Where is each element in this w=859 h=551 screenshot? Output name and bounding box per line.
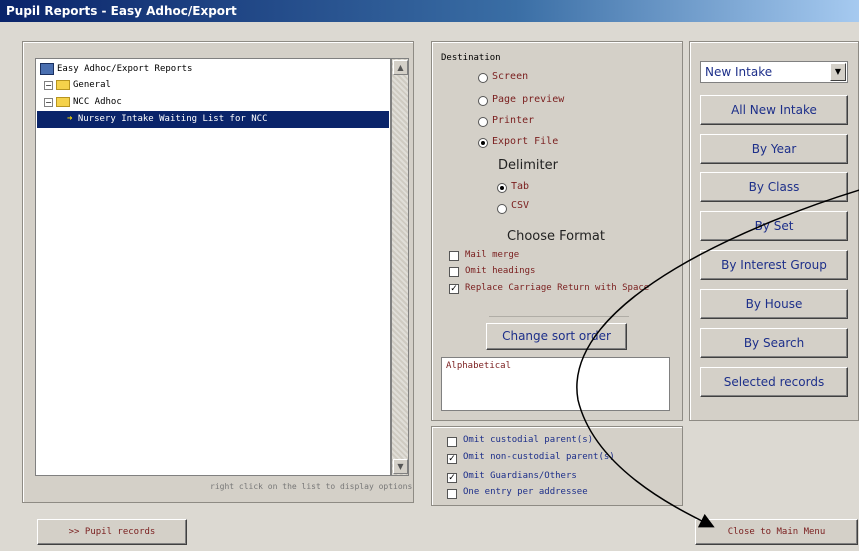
close-to-main-menu-button[interactable]: Close to Main Menu (695, 519, 858, 545)
tree-scrollbar[interactable]: ▲ ▼ (391, 58, 409, 476)
tree-item-general[interactable]: General (56, 77, 111, 94)
radio-screen-label: Screen (492, 71, 529, 82)
tree-hint: right click on the list to display optio… (210, 482, 413, 491)
radio-printer[interactable] (478, 117, 488, 127)
checkbox-mail-merge[interactable] (449, 251, 459, 261)
radio-tab[interactable] (497, 183, 507, 193)
format-label: Choose Format (507, 229, 605, 244)
checkbox-replace-cr[interactable]: ✓ (449, 284, 459, 294)
folder-icon (56, 96, 70, 107)
tree-root[interactable]: Easy Adhoc/Export Reports (40, 61, 192, 78)
pupil-records-button[interactable]: >> Pupil records (37, 519, 187, 545)
by-search-button[interactable]: By Search (700, 328, 848, 358)
by-set-button[interactable]: By Set (700, 211, 848, 241)
reports-icon (40, 62, 54, 75)
scroll-down-icon[interactable]: ▼ (393, 459, 408, 474)
expand-icon[interactable]: − (44, 98, 53, 107)
tree-item-nursery-intake[interactable]: ➜ Nursery Intake Waiting List for NCC (37, 111, 389, 128)
by-year-button[interactable]: By Year (700, 134, 848, 164)
checkbox-omit-headings[interactable] (449, 267, 459, 277)
tree-item-ncc-adhoc[interactable]: NCC Adhoc (56, 94, 122, 111)
scroll-up-icon[interactable]: ▲ (393, 60, 408, 75)
checkbox-omit-guardians-label: Omit Guardians/Others (463, 471, 577, 481)
radio-page-preview[interactable] (478, 96, 488, 106)
change-sort-order-button[interactable]: Change sort order (486, 323, 627, 350)
radio-csv-label: CSV (511, 200, 530, 211)
checkbox-replace-cr-label: Replace Carriage Return with Space (465, 283, 650, 293)
destination-heading: Destination (441, 53, 501, 63)
selected-records-button[interactable]: Selected records (700, 367, 848, 397)
radio-csv[interactable] (497, 204, 507, 214)
radio-tab-label: Tab (511, 181, 530, 192)
checkbox-mail-merge-label: Mail merge (465, 250, 520, 260)
by-class-button[interactable]: By Class (700, 172, 848, 202)
checkbox-omit-non-custodial-label: Omit non-custodial parent(s) (463, 452, 615, 462)
radio-printer-label: Printer (492, 115, 535, 126)
divider (489, 316, 629, 317)
radio-export-file[interactable] (478, 138, 488, 148)
window-title: Pupil Reports - Easy Adhoc/Export (0, 0, 859, 22)
radio-screen[interactable] (478, 73, 488, 83)
chevron-down-icon[interactable]: ▼ (830, 63, 846, 81)
checkbox-one-entry-label: One entry per addressee (463, 487, 588, 497)
sort-order-box: Alphabetical (441, 357, 670, 411)
intake-select[interactable]: New Intake ▼ (700, 61, 848, 83)
checkbox-omit-non-custodial[interactable]: ✓ (447, 454, 457, 464)
expand-icon[interactable]: − (44, 81, 53, 90)
delimiter-label: Delimiter (498, 158, 558, 173)
checkbox-omit-headings-label: Omit headings (465, 266, 536, 276)
checkbox-omit-custodial-label: Omit custodial parent(s) (463, 435, 594, 445)
all-new-intake-button[interactable]: All New Intake (700, 95, 848, 125)
arrow-right-icon: ➜ (67, 114, 73, 124)
report-tree[interactable]: Easy Adhoc/Export Reports − General − NC… (35, 58, 391, 476)
by-house-button[interactable]: By House (700, 289, 848, 319)
checkbox-omit-guardians[interactable]: ✓ (447, 473, 457, 483)
by-interest-group-button[interactable]: By Interest Group (700, 250, 848, 280)
radio-page-preview-label: Page preview (492, 94, 565, 105)
folder-icon (56, 79, 70, 90)
checkbox-one-entry[interactable] (447, 489, 457, 499)
checkbox-omit-custodial[interactable] (447, 437, 457, 447)
radio-export-file-label: Export File (492, 136, 559, 147)
